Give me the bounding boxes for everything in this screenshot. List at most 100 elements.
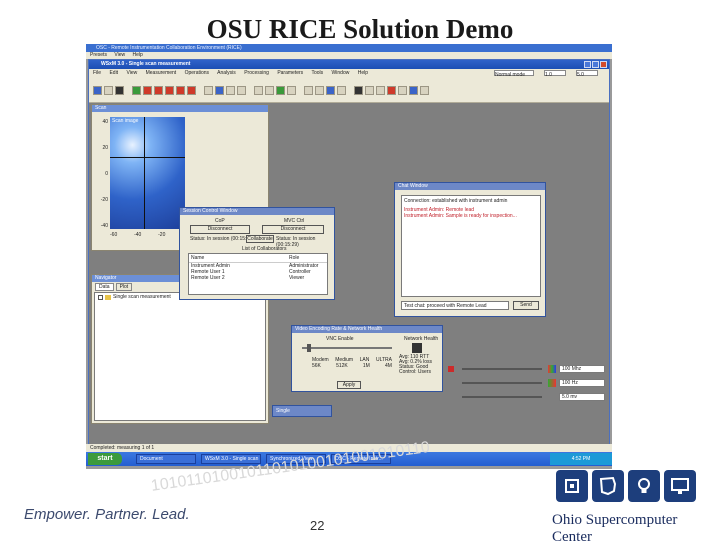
tree-expand-icon[interactable] — [98, 295, 103, 300]
value-field-2[interactable]: 5.0 — [576, 70, 598, 78]
save-icon[interactable] — [104, 85, 113, 95]
mini-window: Single — [272, 405, 332, 417]
menu-measurement[interactable]: Measurement — [146, 70, 177, 76]
col-role: Role — [289, 255, 300, 261]
scan-panel-title: Scan — [92, 105, 268, 112]
print-icon[interactable] — [115, 85, 124, 95]
menu-file[interactable]: File — [93, 70, 101, 76]
app-title-bar: WSxM 3.0 - Single scan measurement — [89, 60, 609, 69]
chat-input[interactable]: Test chat: proceed with Remote Lead — [401, 301, 509, 310]
side-field-2[interactable]: 100 Hz — [559, 379, 605, 387]
menu-view[interactable]: View — [126, 70, 137, 76]
os-menu-item[interactable]: Help — [132, 52, 142, 58]
minimize-button[interactable] — [584, 61, 591, 68]
profile-icon[interactable] — [226, 85, 235, 95]
menu-help[interactable]: Help — [358, 70, 368, 76]
filter-icon[interactable] — [265, 85, 274, 95]
taskbar-item[interactable]: Document — [136, 454, 196, 464]
grid-icon[interactable] — [237, 85, 246, 95]
x-tick: -60 — [110, 232, 118, 238]
table-header: Name Role — [189, 254, 327, 263]
table-row[interactable]: Remote User 2 Viewer — [189, 275, 327, 281]
export-icon[interactable] — [409, 85, 418, 95]
menu-analysis[interactable]: Analysis — [217, 70, 236, 76]
session-control-dialog: Session Control Window CoP MVC Ctrl Disc… — [179, 207, 335, 300]
taskbar-item[interactable]: WSxM 3.0 - Single scan — [201, 454, 261, 464]
clock: 4:52 PM — [571, 456, 591, 462]
menu-parameters[interactable]: Parameters — [277, 70, 303, 76]
image-icon[interactable] — [215, 85, 224, 95]
arrow-up-icon[interactable] — [176, 85, 185, 95]
spectroscopy-icon[interactable] — [337, 85, 346, 95]
camera-icon[interactable] — [376, 85, 385, 95]
rate-slider-thumb[interactable] — [307, 344, 311, 352]
arrow-right-icon[interactable] — [165, 85, 174, 95]
info-icon[interactable] — [420, 85, 429, 95]
warning-icon — [448, 366, 454, 372]
oscilloscope-icon[interactable] — [326, 85, 335, 95]
col-name: Name — [191, 255, 205, 261]
side-field-3[interactable]: 5.0 mv — [559, 393, 605, 401]
feedback-icon[interactable] — [315, 85, 324, 95]
settings-icon[interactable] — [287, 85, 296, 95]
lithography-icon[interactable] — [354, 85, 363, 95]
video-title: Video Encoding Rate & Network Health — [292, 326, 442, 333]
menu-edit[interactable]: Edit — [109, 70, 118, 76]
scan-image[interactable]: Scan image — [110, 117, 185, 229]
tree-item[interactable]: Single scan measurement — [113, 294, 171, 300]
measure-icon[interactable] — [254, 85, 263, 95]
left-status: Status: In session (00:15:29) — [190, 236, 254, 242]
side-slider-1[interactable] — [462, 368, 542, 370]
chat-title: Chat Window — [395, 183, 545, 190]
y-tick: -20 — [100, 197, 108, 203]
x-tick: -40 — [134, 232, 142, 238]
scan-y-ticks: 40 20 0 -20 -40 — [95, 119, 108, 229]
collaborators-header: List of Collaborators — [242, 246, 287, 252]
open-icon[interactable] — [93, 85, 102, 95]
start-button[interactable]: start — [88, 453, 122, 465]
close-button[interactable] — [600, 61, 607, 68]
side-slider-3[interactable] — [462, 396, 542, 398]
collaborate-button[interactable]: Collaborate — [246, 235, 274, 243]
disconnect-button-right[interactable]: Disconnect — [262, 225, 324, 234]
menu-tools[interactable]: Tools — [311, 70, 323, 76]
stop-icon[interactable] — [143, 85, 152, 95]
color-bar-icon — [548, 379, 556, 387]
tool-icon[interactable] — [276, 85, 285, 95]
x-tick: -20 — [158, 232, 166, 238]
app-menu-bar: File Edit View Measurement Operations An… — [89, 69, 609, 78]
menu-processing[interactable]: Processing — [244, 70, 269, 76]
apply-button[interactable]: Apply — [337, 381, 361, 389]
scan-icon[interactable] — [132, 85, 141, 95]
value-field-1[interactable]: 1.0 — [544, 70, 566, 78]
side-field-1[interactable]: 100 Mhz — [559, 365, 605, 373]
mode-select[interactable]: Normal mode — [494, 70, 534, 78]
tab-plot[interactable]: Plot — [115, 283, 133, 291]
send-button[interactable]: Send — [513, 301, 539, 310]
chip-icon — [556, 470, 588, 502]
vnc-enable-label: VNC Enable — [326, 336, 354, 342]
menu-operations[interactable]: Operations — [185, 70, 209, 76]
chat-message: Instrument Admin: Sample is ready for in… — [404, 213, 517, 219]
record-icon[interactable] — [387, 85, 396, 95]
rate-slider[interactable] — [302, 347, 392, 349]
menu-window[interactable]: Window — [332, 70, 350, 76]
side-slider-2[interactable] — [462, 382, 542, 384]
arrow-down-icon[interactable] — [187, 85, 196, 95]
zoom-icon[interactable] — [204, 85, 213, 95]
tip-icon[interactable] — [304, 85, 313, 95]
ohio-map-icon — [592, 470, 624, 502]
system-tray: 4:52 PM — [550, 453, 612, 465]
navigator-tree: Single scan measurement — [94, 292, 266, 421]
os-menu-item[interactable]: Presets — [90, 52, 107, 58]
os-menu-item[interactable]: View — [114, 52, 125, 58]
y-tick: 40 — [102, 119, 108, 125]
tab-data[interactable]: Data — [95, 283, 114, 291]
lightbulb-icon — [628, 470, 660, 502]
disconnect-button[interactable]: Disconnect — [190, 225, 250, 234]
tip-approach-icon[interactable] — [365, 85, 374, 95]
maximize-button[interactable] — [592, 61, 599, 68]
arrow-left-icon[interactable] — [154, 85, 163, 95]
chart-icon[interactable] — [398, 85, 407, 95]
scan-x-ticks: -60 -40 -20 0 — [110, 232, 185, 238]
